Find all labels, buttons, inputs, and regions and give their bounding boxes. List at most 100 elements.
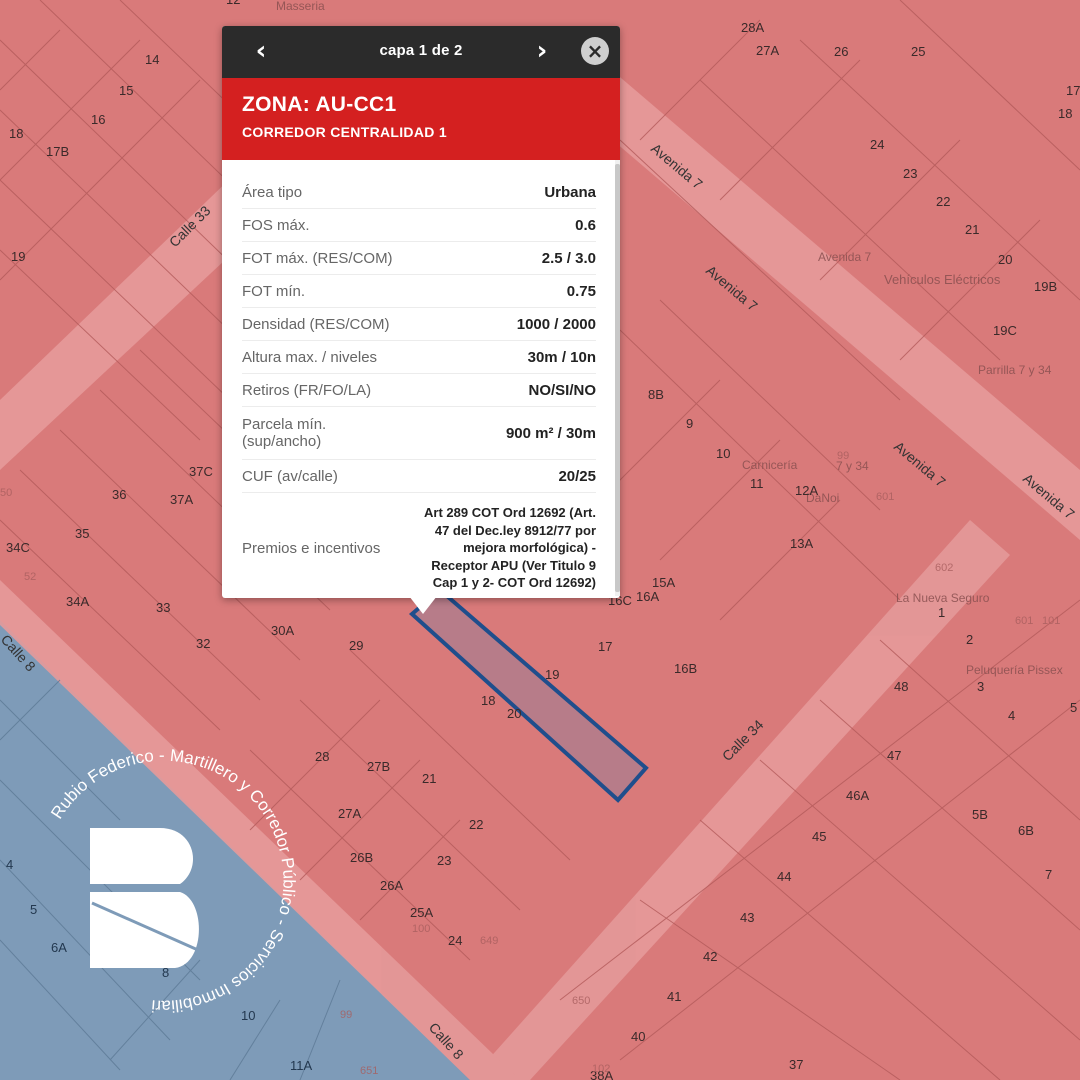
zone-subtitle: CORREDOR CENTRALIDAD 1 xyxy=(242,124,447,140)
parcel-label: 21 xyxy=(965,222,979,237)
parcel-label: 47 xyxy=(887,748,901,763)
parcel-label: 18 xyxy=(1058,106,1072,121)
parcel-label: 20 xyxy=(998,252,1012,267)
parcel-label: 28 xyxy=(315,749,329,764)
parcel-label: 18 xyxy=(481,693,495,708)
parcel-label: 8B xyxy=(648,387,664,402)
attribute-label: FOT mín. xyxy=(242,282,306,300)
attribute-value: 0.6 xyxy=(575,216,596,234)
attribute-row: FOT mín. 0.75 xyxy=(242,275,596,308)
parcel-label: 4 xyxy=(1008,708,1015,723)
attribute-value: 30m / 10n xyxy=(527,348,596,366)
parcel-label: 18 xyxy=(9,126,23,141)
attribute-label: Premios e incentivos xyxy=(242,539,381,557)
address-label: 651 xyxy=(360,1065,378,1077)
parcel-label: 46A xyxy=(846,788,869,803)
parcel-label: 22 xyxy=(936,194,950,209)
address-label: 601 xyxy=(1015,615,1033,627)
parcel-label: 10 xyxy=(716,446,730,461)
parcel-label: 12A xyxy=(795,483,818,498)
attribute-value: NO/SI/NO xyxy=(528,381,596,399)
parcel-label: 37 xyxy=(789,1057,803,1072)
attribute-value: 2.5 / 3.0 xyxy=(541,249,596,267)
parcel-label: 21 xyxy=(422,771,436,786)
parcel-label: 37A xyxy=(170,492,193,507)
parcel-label: 23 xyxy=(903,166,917,181)
layer-counter: capa 1 de 2 xyxy=(379,42,463,59)
attribute-value: Art 289 COT Ord 12692 (Art. 47 del Dec.l… xyxy=(424,505,596,591)
parcel-label: 5 xyxy=(30,902,37,917)
parcel-label: 3 xyxy=(977,679,984,694)
parcel-label: 44 xyxy=(777,869,791,884)
attribute-row: Densidad (RES/COM) 1000 / 2000 xyxy=(242,308,596,341)
parcel-label: 43 xyxy=(740,910,754,925)
parcel-label: 26 xyxy=(834,44,848,59)
place-label: Masseria xyxy=(276,0,325,13)
attribute-label: Altura max. / niveles xyxy=(242,348,378,366)
popup-pointer xyxy=(409,596,437,614)
attribute-label: FOS máx. xyxy=(242,216,310,234)
parcel-label: 14 xyxy=(145,52,159,67)
attribute-label: Parcela mín. (sup/ancho) xyxy=(242,416,327,450)
place-label: Parrilla 7 y 34 xyxy=(978,363,1052,377)
parcel-label: 27A xyxy=(756,43,779,58)
parcel-label: 22 xyxy=(469,817,483,832)
address-label: 99 xyxy=(837,450,849,462)
popup-scrollbar-thumb[interactable] xyxy=(615,164,620,592)
attribute-value: 1000 / 2000 xyxy=(516,315,596,333)
parcel-label: 26B xyxy=(350,850,373,865)
parcel-label: 24 xyxy=(448,933,462,948)
parcel-label: 19B xyxy=(1034,279,1057,294)
parcel-label: 34A xyxy=(66,594,89,609)
attribute-label: Densidad (RES/COM) xyxy=(242,315,390,333)
parcel-label: 25A xyxy=(410,905,433,920)
place-label: La Nueva Seguro xyxy=(896,591,990,605)
parcel-label: 28A xyxy=(741,20,764,35)
attribute-row: CUF (av/calle) 20/25 xyxy=(242,460,596,493)
place-label: Vehículos Eléctricos xyxy=(884,272,1001,287)
zone-attributes[interactable]: Área tipo Urbana FOS máx. 0.6 FOT máx. (RE… xyxy=(222,160,620,598)
parcel-label: 27B xyxy=(367,759,390,774)
parcel-label: 45 xyxy=(812,829,826,844)
parcel-label: 29 xyxy=(349,638,363,653)
parcel-label: 16 xyxy=(91,112,105,127)
address-label: 650 xyxy=(572,995,590,1007)
attribute-row: FOS máx. 0.6 xyxy=(242,209,596,242)
parcel-label: 15A xyxy=(652,575,675,590)
parcel-label: 6A xyxy=(51,940,67,955)
address-label: 99 xyxy=(340,1009,352,1021)
parcel-label: 10 xyxy=(241,1008,255,1023)
attribute-label: FOT máx. (RES/COM) xyxy=(242,249,393,267)
parcel-label: 1 xyxy=(938,605,945,620)
parcel-label: 9 xyxy=(686,416,693,431)
address-label: 101 xyxy=(1042,615,1060,627)
parcel-label: 19 xyxy=(11,249,25,264)
parcel-label: 5 xyxy=(1070,700,1077,715)
parcel-label: 25 xyxy=(911,44,925,59)
zone-title: ZONA: AU-CC1 xyxy=(242,93,397,116)
parcel-label: 6B xyxy=(1018,823,1034,838)
parcel-label: 4 xyxy=(6,857,13,872)
parcel-label: 17B xyxy=(46,144,69,159)
parcel-label: 16A xyxy=(636,589,659,604)
address-label: 102 xyxy=(592,1063,610,1075)
parcel-label: 17 xyxy=(1066,83,1080,98)
address-label: 601 xyxy=(876,491,894,503)
close-button[interactable]: × xyxy=(581,37,609,65)
attribute-row: Premios e incentivos Art 289 COT Ord 1269… xyxy=(242,493,596,598)
parcel-label: 20 xyxy=(507,706,521,721)
place-label: Avenida 7 xyxy=(818,250,871,264)
address-label: 50 xyxy=(0,487,12,499)
parcel-label: 48 xyxy=(894,679,908,694)
parcel-label: 26A xyxy=(380,878,403,893)
address-label: 602 xyxy=(935,562,953,574)
next-layer-button[interactable]: › xyxy=(527,36,557,66)
parcel-label: 12 xyxy=(226,0,240,7)
attribute-label: CUF (av/calle) xyxy=(242,467,338,485)
parcel-label: 11A xyxy=(290,1058,312,1073)
parcel-label: 13A xyxy=(790,536,813,551)
attribute-row: Área tipo Urbana xyxy=(242,176,596,209)
parcel-label: 15 xyxy=(119,83,133,98)
address-label: 52 xyxy=(24,571,36,583)
attribute-value: 900 m² / 30m xyxy=(505,424,596,442)
